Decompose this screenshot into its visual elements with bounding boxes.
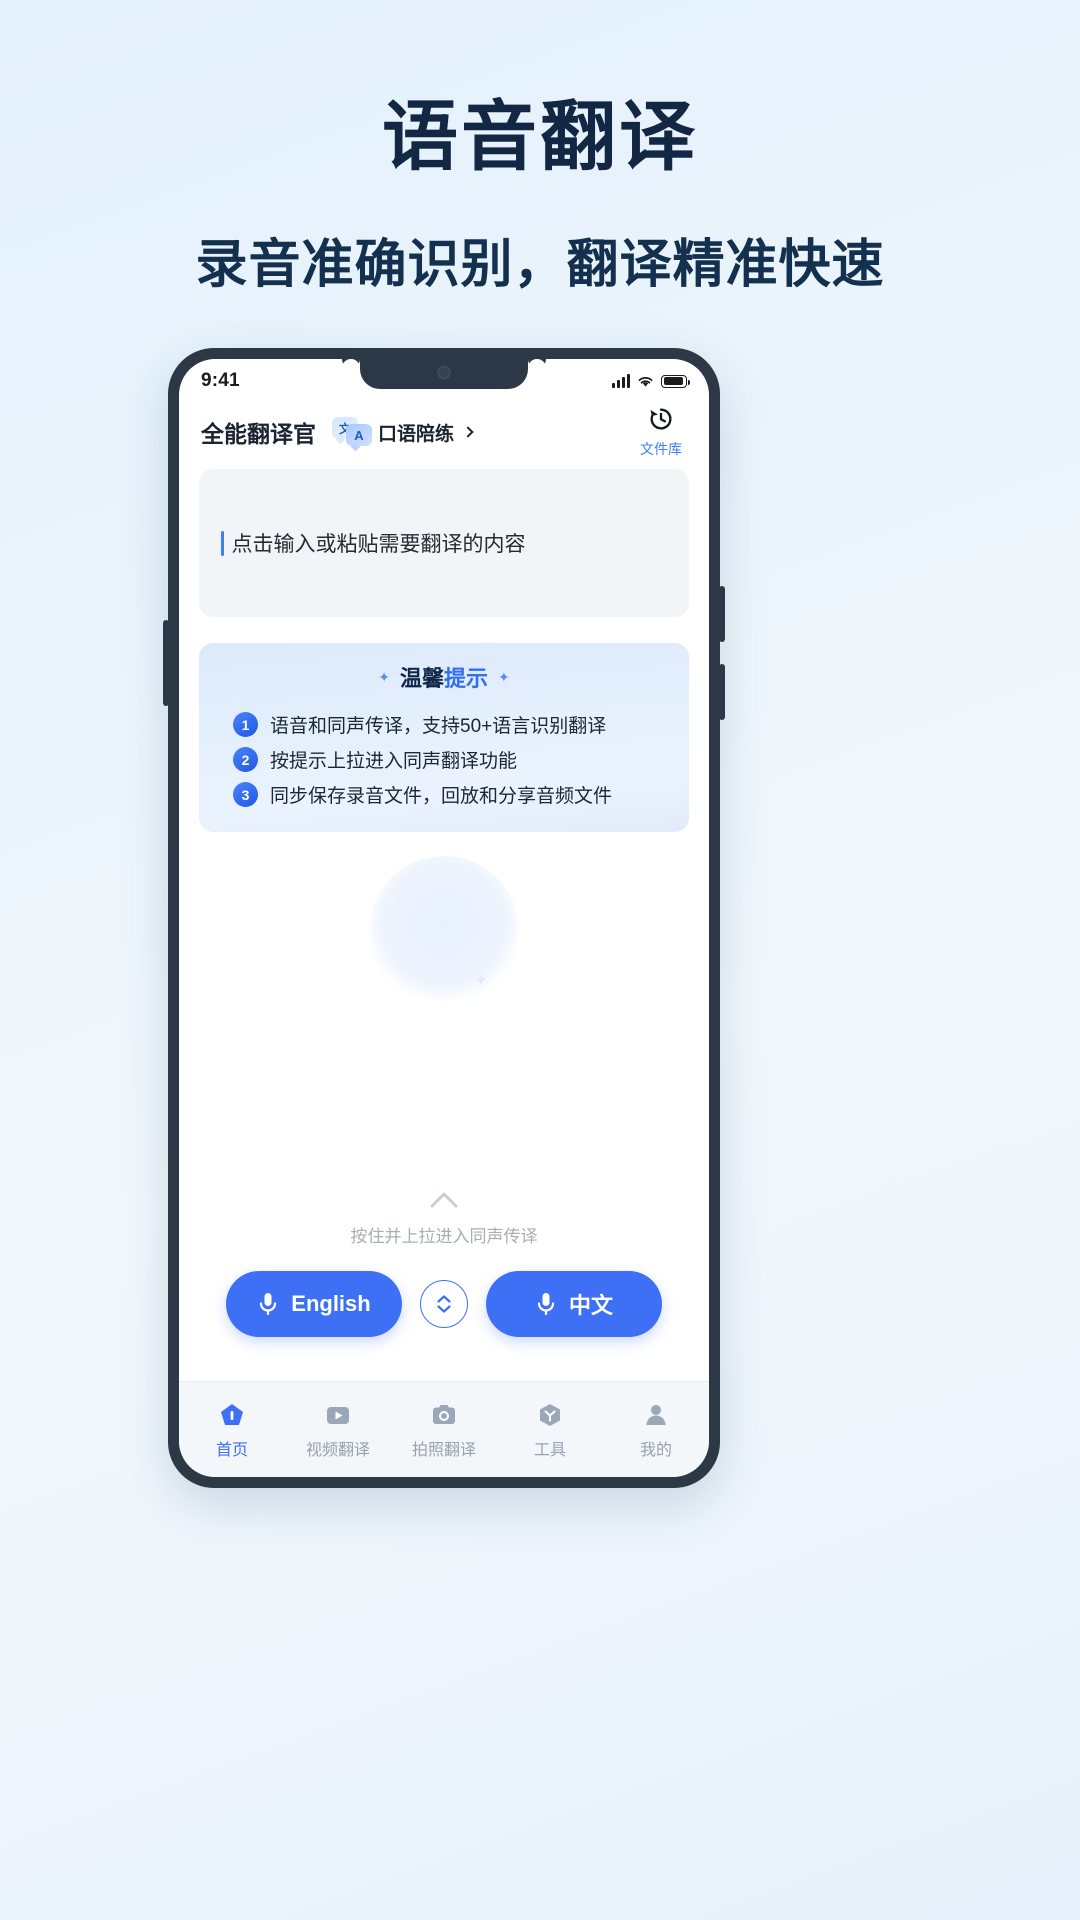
nav-item-video-translate[interactable]: 视频翻译: [285, 1400, 391, 1460]
cellular-signal-icon: [612, 373, 630, 388]
tip-item: 2 按提示上拉进入同声翻译功能: [199, 742, 689, 777]
oral-practice-entry[interactable]: 文 A 口语陪练: [332, 417, 474, 447]
pull-up-hint-label: 按住并上拉进入同声传译: [350, 1227, 538, 1246]
page-subtitle: 录音准确识别，翻译精准快速: [195, 235, 885, 294]
file-library-button[interactable]: 文件库: [633, 405, 689, 459]
tips-card: ✦ 温馨提示 ✦ 1 语音和同声传译，支持50+语言识别翻译 2 按提示上拉进入…: [199, 643, 689, 832]
history-clock-icon: [650, 408, 672, 430]
volume-button[interactable]: [163, 620, 169, 706]
promo-header: 语音翻译 录音准确识别，翻译精准快速: [0, 0, 1080, 297]
input-placeholder: 点击输入或粘贴需要翻译的内容: [231, 533, 526, 556]
chevron-right-icon: [462, 426, 474, 438]
mic-button-row: English 中文: [179, 1271, 709, 1337]
side-button[interactable]: [719, 664, 725, 720]
illustration-halo: [369, 856, 519, 1006]
nav-label-home: 首页: [215, 1441, 248, 1459]
status-icons: [612, 373, 691, 388]
bottom-navigation: 首页 视频翻译 拍照翻译 工具 我的: [179, 1381, 709, 1477]
phone-mockup: 9:41 全能翻译官 文 A 口语陪练 文件库 点击输入或粘贴需要翻译的内容 ✦…: [163, 348, 725, 1488]
nav-label-photo-translate: 拍照翻译: [411, 1441, 476, 1459]
app-title: 全能翻译官: [201, 421, 316, 447]
app-header: 全能翻译官 文 A 口语陪练 文件库: [179, 403, 709, 459]
video-icon: [327, 1406, 349, 1424]
status-time: 9:41: [201, 370, 240, 391]
tip-text: 按提示上拉进入同声翻译功能: [270, 751, 518, 772]
mic-button-english-label: English: [291, 1291, 371, 1316]
person-icon: [646, 1404, 666, 1425]
tip-number-badge: 1: [233, 712, 258, 737]
file-library-label: 文件库: [640, 441, 682, 457]
tip-number-badge: 2: [233, 747, 258, 772]
speaker-sparkle-illustration: [369, 856, 519, 1006]
tip-text: 同步保存录音文件，回放和分享音频文件: [270, 786, 613, 807]
nav-label-video-translate: 视频翻译: [305, 1441, 370, 1459]
translate-bubbles-icon: 文 A: [332, 417, 372, 447]
nav-item-mine[interactable]: 我的: [603, 1400, 709, 1460]
chevron-up-icon: [429, 1191, 459, 1221]
swap-vertical-icon: [437, 1295, 451, 1313]
tips-heading-part2: 提示: [444, 666, 489, 691]
bubble-en-icon: A: [346, 424, 372, 446]
tip-item: 1 语音和同声传译，支持50+语言识别翻译: [199, 707, 689, 742]
mic-button-chinese-label: 中文: [568, 1293, 613, 1318]
home-icon: [221, 1403, 243, 1425]
oral-practice-label: 口语陪练: [378, 423, 455, 445]
toolbox-cube-icon: [540, 1403, 560, 1426]
microphone-icon: [537, 1293, 555, 1316]
microphone-icon: [260, 1293, 277, 1316]
nav-label-tools: 工具: [533, 1441, 566, 1459]
camera-icon: [433, 1404, 455, 1424]
pull-up-hint[interactable]: 按住并上拉进入同声传译: [179, 1191, 709, 1247]
nav-item-tools[interactable]: 工具: [497, 1400, 603, 1460]
tip-number-badge: 3: [233, 782, 258, 807]
mic-button-chinese[interactable]: 中文: [486, 1271, 662, 1337]
sparkle-left-icon: ✦: [378, 668, 390, 685]
phone-screen: 9:41 全能翻译官 文 A 口语陪练 文件库 点击输入或粘贴需要翻译的内容 ✦…: [179, 359, 709, 1477]
nav-item-photo-translate[interactable]: 拍照翻译: [391, 1400, 497, 1460]
mic-button-english[interactable]: English: [226, 1271, 402, 1337]
tips-heading-part1: 温馨: [399, 666, 444, 691]
text-caret: [221, 530, 224, 556]
tip-item: 3 同步保存录音文件，回放和分享音频文件: [199, 777, 689, 812]
phone-notch: [360, 359, 528, 389]
swap-language-button[interactable]: [420, 1280, 468, 1328]
translation-input-card[interactable]: 点击输入或粘贴需要翻译的内容: [199, 469, 689, 617]
tips-heading: ✦ 温馨提示 ✦: [199, 661, 689, 693]
sparkle-right-icon: ✦: [498, 668, 510, 685]
front-camera-icon: [437, 366, 451, 379]
illustration-area: [179, 846, 709, 1016]
page-title: 语音翻译: [382, 95, 698, 180]
power-button[interactable]: [719, 586, 725, 642]
wifi-icon: [638, 376, 653, 387]
nav-item-home[interactable]: 首页: [179, 1400, 285, 1460]
tip-text: 语音和同声传译，支持50+语言识别翻译: [270, 716, 607, 737]
nav-label-mine: 我的: [639, 1441, 672, 1459]
battery-icon: [661, 374, 691, 388]
